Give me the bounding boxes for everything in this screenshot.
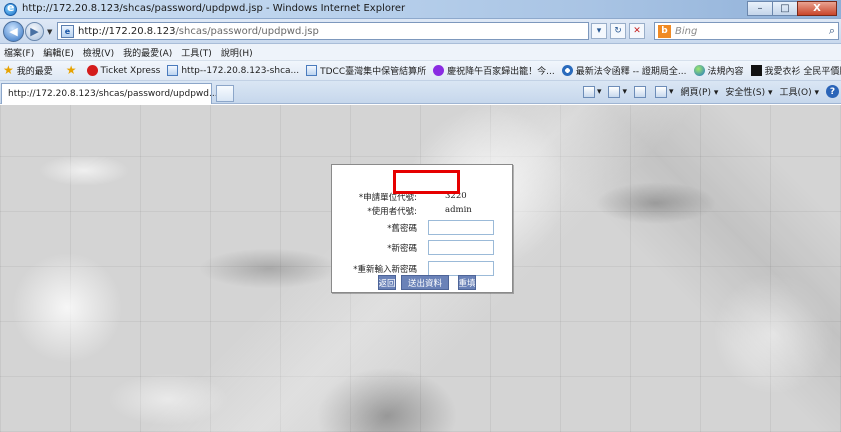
bing-icon: b bbox=[658, 24, 671, 38]
favorite-item[interactable]: TDCC臺灣集中保管結算所 bbox=[306, 64, 426, 77]
tab-title: http://172.20.8.123/shcas/password/updpw… bbox=[8, 89, 221, 99]
favorite-item[interactable]: http--172.20.8.123-shca... bbox=[167, 65, 299, 76]
tab-current[interactable]: http://172.20.8.123/shcas/password/updpw… bbox=[1, 83, 220, 104]
menu-bar: 檔案(F) 編輯(E) 檢視(V) 我的最愛(A) 工具(T) 說明(H) bbox=[0, 44, 841, 61]
menu-edit[interactable]: 編輯(E) bbox=[43, 46, 74, 59]
address-input[interactable]: e http://172.20.8.123/shcas/password/upd… bbox=[57, 22, 589, 40]
search-input[interactable]: b Bing ⌕ bbox=[654, 22, 839, 40]
favorite-item[interactable]: 我愛衣衫 全民平價服飾 bbox=[750, 64, 841, 77]
window-controls: – □ X bbox=[747, 1, 837, 16]
compatibility-view-button[interactable]: ▾ bbox=[591, 23, 607, 39]
mail-icon bbox=[634, 85, 646, 98]
back-form-button[interactable]: 返回 bbox=[378, 275, 396, 290]
mail-button[interactable] bbox=[634, 85, 648, 98]
page-icon: e bbox=[61, 24, 74, 38]
form-buttons: 返回 送出資料 重填 bbox=[332, 275, 514, 291]
page-icon bbox=[167, 65, 179, 76]
user-id-value: admin bbox=[445, 205, 472, 215]
add-star-icon: ★ bbox=[65, 63, 77, 77]
stop-icon[interactable]: ✕ bbox=[629, 23, 645, 39]
print-button[interactable]: ▾ bbox=[655, 85, 674, 98]
old-password-field[interactable] bbox=[428, 220, 494, 235]
menu-file[interactable]: 檔案(F) bbox=[4, 46, 34, 59]
new-password-field[interactable] bbox=[428, 240, 494, 255]
reset-button[interactable]: 重填 bbox=[458, 275, 476, 290]
star-icon: ★ bbox=[3, 63, 14, 77]
search-placeholder: Bing bbox=[675, 25, 698, 37]
favorites-bar: ★ 我的最愛 ★ Ticket Xpress http--172.20.8.123… bbox=[0, 61, 841, 81]
favorite-item[interactable]: 法規內容 bbox=[693, 64, 744, 77]
back-arrow-icon: ◀ bbox=[9, 25, 18, 38]
eye-icon bbox=[433, 65, 445, 76]
shirt-icon bbox=[750, 65, 762, 76]
history-dropdown[interactable]: ▼ bbox=[47, 28, 52, 36]
minimize-button[interactable]: – bbox=[747, 1, 773, 16]
ticket-icon bbox=[86, 65, 98, 76]
window-title-bar: http://172.20.8.123/shcas/password/updpw… bbox=[0, 0, 841, 19]
page-icon bbox=[306, 65, 318, 76]
form-row-new-password: *新密碼 bbox=[332, 240, 514, 257]
search-icon[interactable]: ⌕ bbox=[829, 24, 835, 38]
page-menu[interactable]: 網頁(P) ▾ bbox=[681, 85, 719, 98]
field-label: *重新輸入新密碼 bbox=[353, 265, 417, 275]
print-icon bbox=[655, 85, 667, 98]
favorite-item[interactable]: 最新法令函釋 -- 證期局全... bbox=[561, 64, 687, 77]
confirm-password-field[interactable] bbox=[428, 261, 494, 276]
form-row-old-password: *舊密碼 bbox=[332, 220, 514, 237]
home-icon bbox=[582, 85, 595, 98]
field-label: *新密碼 bbox=[387, 244, 417, 254]
safety-menu[interactable]: 安全性(S) ▾ bbox=[725, 85, 772, 98]
tools-menu[interactable]: 工具(O) ▾ bbox=[780, 85, 820, 98]
new-tab-button[interactable] bbox=[216, 85, 234, 102]
menu-tools[interactable]: 工具(T) bbox=[181, 46, 212, 59]
page-content: *申請單位代號: 3220 *使用者代號: admin *舊密碼 *新密碼 *重… bbox=[0, 105, 841, 432]
tab-row: http://172.20.8.123/shcas/password/updpw… bbox=[0, 81, 841, 104]
forward-button[interactable]: ▶ bbox=[25, 22, 44, 41]
menu-favorites[interactable]: 我的最愛(A) bbox=[123, 46, 172, 59]
globe-icon bbox=[693, 65, 705, 76]
form-row-user-id: *使用者代號: admin bbox=[332, 203, 514, 220]
feeds-button[interactable]: ▾ bbox=[608, 85, 627, 98]
feeds-icon bbox=[608, 85, 621, 98]
address-url: http://172.20.8.123/shcas/password/updpw… bbox=[78, 25, 319, 37]
favorite-item[interactable]: 慶祝降午百家歸出籠！今... bbox=[433, 64, 555, 77]
refresh-icon[interactable]: ↻ bbox=[610, 23, 626, 39]
help-icon: ? bbox=[826, 85, 839, 98]
forward-arrow-icon: ▶ bbox=[30, 25, 39, 38]
window-title: http://172.20.8.123/shcas/password/updpw… bbox=[22, 3, 406, 14]
submit-button[interactable]: 送出資料 bbox=[401, 275, 449, 290]
favorites-button[interactable]: ★ 我的最愛 bbox=[3, 64, 53, 77]
maximize-button[interactable]: □ bbox=[772, 1, 798, 16]
address-toolbar: ◀ ▶ ▼ e http://172.20.8.123/shcas/passwo… bbox=[0, 19, 841, 44]
menu-view[interactable]: 檢視(V) bbox=[83, 46, 114, 59]
add-favorite-button[interactable]: ★ bbox=[65, 63, 80, 77]
back-button[interactable]: ◀ bbox=[3, 21, 24, 42]
highlight-box bbox=[393, 170, 460, 194]
home-button[interactable]: ▾ bbox=[582, 85, 601, 98]
ie-logo-icon bbox=[4, 1, 17, 16]
favorite-item[interactable]: Ticket Xpress bbox=[86, 65, 160, 76]
help-button[interactable]: ? bbox=[826, 85, 839, 98]
menu-help[interactable]: 說明(H) bbox=[221, 46, 253, 59]
close-button[interactable]: X bbox=[797, 1, 837, 16]
field-label: *使用者代號: bbox=[367, 207, 417, 217]
swirl-icon bbox=[561, 65, 573, 76]
field-label: *舊密碼 bbox=[387, 224, 417, 234]
command-bar: ▾ ▾ ▾ 網頁(P) ▾ 安全性(S) ▾ 工具(O) ▾ ? bbox=[576, 85, 839, 98]
